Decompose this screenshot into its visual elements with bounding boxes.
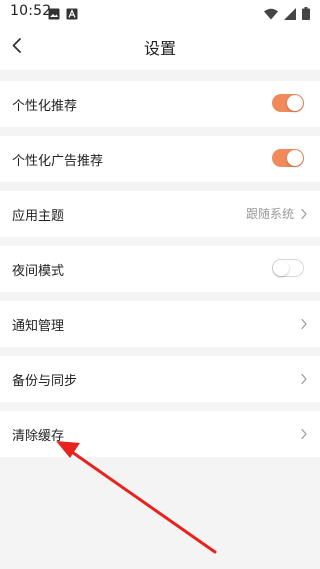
setting-label: 个性化广告推荐 xyxy=(12,154,104,169)
battery-icon xyxy=(302,5,310,24)
chevron-right-icon xyxy=(301,318,307,330)
setting-notifications[interactable]: 通知管理 xyxy=(0,301,320,347)
chevron-right-icon xyxy=(301,428,307,440)
setting-label: 应用主题 xyxy=(12,209,65,224)
personalized-ads-toggle[interactable] xyxy=(272,149,304,167)
setting-label: 个性化推荐 xyxy=(12,99,78,114)
chevron-right-icon xyxy=(301,208,307,220)
status-icons-left xyxy=(48,5,78,24)
night-mode-toggle[interactable] xyxy=(272,259,304,277)
setting-clear-cache[interactable]: 清除缓存 xyxy=(0,411,320,457)
toggle-knob xyxy=(287,95,303,111)
chevron-right-icon xyxy=(301,373,307,385)
wifi-icon xyxy=(264,5,278,24)
toggle-knob xyxy=(273,260,289,276)
page-title: 设置 xyxy=(143,39,176,58)
font-icon xyxy=(66,5,78,24)
setting-night-mode[interactable]: 夜间模式 xyxy=(0,246,320,292)
setting-label: 通知管理 xyxy=(12,319,65,334)
toggle-knob xyxy=(287,150,303,166)
status-bar: 10:52 xyxy=(0,0,320,24)
status-icons-right xyxy=(264,5,310,24)
setting-value: 跟随系统 xyxy=(245,207,294,221)
signal-icon xyxy=(284,5,296,24)
status-time: 10:52 xyxy=(10,3,52,19)
setting-personalized-recommend[interactable]: 个性化推荐 xyxy=(0,81,320,127)
setting-label: 清除缓存 xyxy=(12,429,65,444)
setting-label: 备份与同步 xyxy=(12,374,78,389)
toolbar: 设置 xyxy=(0,24,320,70)
personalized-recommend-toggle[interactable] xyxy=(272,94,304,112)
settings-list: 个性化推荐 个性化广告推荐 应用主题 跟随系统 夜间模式 通知管理 备份与同步 xyxy=(0,70,320,457)
setting-backup-sync[interactable]: 备份与同步 xyxy=(0,356,320,402)
setting-personalized-ads[interactable]: 个性化广告推荐 xyxy=(0,136,320,182)
image-icon xyxy=(48,5,60,24)
setting-app-theme[interactable]: 应用主题 跟随系统 xyxy=(0,191,320,237)
setting-label: 夜间模式 xyxy=(12,264,65,279)
